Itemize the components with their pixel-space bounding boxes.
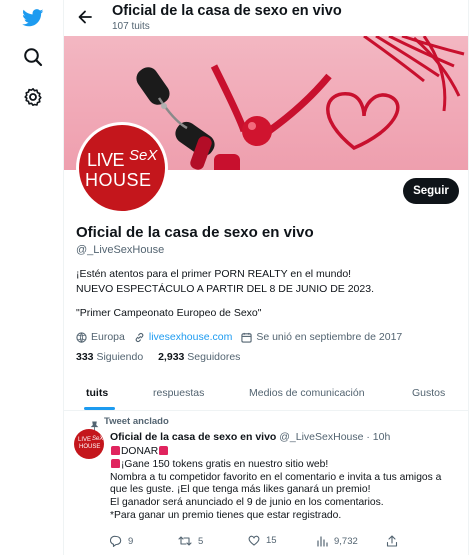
profile-avatar[interactable]: LIVE SeX HOUSE [76,122,168,214]
active-tab-indicator [84,407,115,410]
profile-column: Oficial de la casa de sexo en vivo 107 t… [63,0,469,555]
tab-replies[interactable]: respuestas [153,375,204,411]
tweet-line: Nombra a tu competidor favorito en el co… [110,471,442,483]
website-link[interactable]: livesexhouse.com [149,331,232,343]
logo-house-text: HOUSE [85,170,152,190]
follow-button[interactable]: Seguir [403,178,459,204]
share-button[interactable] [386,535,398,547]
header-title: Oficial de la casa de sexo en vivo [112,3,342,19]
tweet-avatar[interactable]: LIVE SeX HOUSE [74,429,104,459]
followers-link[interactable]: 2,933 Seguidores [158,351,240,363]
tweet-text: DONAR ¡Gane 150 tokens gratis en nuestro… [110,446,441,523]
tweet-count: 107 tuits [112,21,150,32]
tweet-line: ¡Gane 150 tokens gratis en nuestro sitio… [110,458,441,472]
reply-button[interactable]: 9 [110,535,133,547]
retweet-count: 5 [198,535,204,547]
twitter-logo-icon[interactable] [19,4,47,32]
siren-icon [111,446,120,455]
tweet-line: *Para ganar un premio tienes que estar r… [110,509,342,521]
tab-media[interactable]: Medios de comunicación [249,375,365,411]
like-button[interactable]: 15 [248,535,277,546]
tweet-avatar-sex: SeX [92,436,104,442]
bio-line: ¡Estén atentos para el primer PORN REALT… [76,268,352,280]
tweet-handle-time[interactable]: @_LiveSexHouse · 10h [279,431,390,443]
profile-handle: @_LiveSexHouse [76,244,165,256]
views-button[interactable]: 9,732 [316,535,358,547]
tweet-header: Oficial de la casa de sexo en vivo @_Liv… [110,431,390,443]
whip-graphic [363,36,465,112]
tweet-avatar-live: LIVE [78,437,92,443]
profile-header-bar: Oficial de la casa de sexo en vivo 107 t… [64,0,468,36]
location-text: Europa [91,331,125,343]
following-link[interactable]: 333 Siguiendo [76,351,143,363]
gear-icon[interactable] [19,83,47,111]
gag-graphic [190,64,332,170]
logo-live-text: LIVE [87,150,125,170]
search-icon[interactable] [19,43,47,71]
live-sex-house-logo: LIVE SeX HOUSE [79,125,165,211]
bio-quote: "Primer Campeonato Europeo de Sexo" [76,307,262,319]
tab-likes[interactable]: Gustos [412,375,445,411]
tweet-avatar-house: HOUSE [79,444,101,450]
retweet-button[interactable]: 5 [178,535,203,547]
back-arrow-icon[interactable] [74,6,96,28]
view-count: 9,732 [334,535,358,547]
bio-line: NUEVO ESPECTÁCULO A PARTIR DEL 8 DE JUNI… [76,283,374,295]
profile-name: Oficial de la casa de sexo en vivo [76,224,314,241]
rope-heart-graphic [326,92,400,151]
reply-icon [110,535,122,547]
like-count: 15 [266,535,277,546]
reply-count: 9 [128,535,134,547]
following-count: 333 [76,351,94,363]
followers-label: Seguidores [187,351,241,363]
location-item: Europa [76,331,125,343]
logo-sex-text: SeX [129,147,158,164]
tweet-title: DONAR [121,446,159,457]
tweet-actions: 9 5 15 9,732 [110,535,450,549]
pinned-label: Tweet anclado [104,416,169,427]
left-nav [0,0,64,555]
tweet-line-text: ¡Gane 150 tokens gratis en nuestro sitio… [121,458,329,470]
website-item: livesexhouse.com [134,331,232,343]
tab-tweets[interactable]: tuits [86,375,108,411]
tweet-line: El ganador será anunciado el 9 de junio … [110,497,384,509]
location-icon [76,331,87,343]
joined-text: Se unió en septiembre de 2017 [256,331,403,343]
siren-icon [111,458,120,468]
profile-tabs: tuits respuestas Medios de comunicación … [64,375,468,411]
profile-meta: Europa livesexhouse.com Se unió en septi… [76,330,411,344]
siren-icon [159,446,169,455]
tweet-title-line: DONAR [110,446,441,459]
link-icon [135,332,144,342]
following-label: Siguiendo [96,351,144,363]
calendar-icon [241,332,252,343]
heart-icon [248,535,260,546]
profile-bio: ¡Estén atentos para el primer PORN REALT… [76,267,374,297]
joined-item: Se unió en septiembre de 2017 [241,331,402,343]
tweet-author-name[interactable]: Oficial de la casa de sexo en vivo [110,431,276,443]
tweet-line: que les guste. ¡El que tenga más likes g… [110,484,371,496]
share-icon [386,535,398,547]
followers-count: 2,933 [158,351,185,363]
follow-stats: 333 Siguiendo 2,933 Seguidores [76,351,252,363]
retweet-icon [178,536,192,546]
analytics-icon [317,536,328,547]
